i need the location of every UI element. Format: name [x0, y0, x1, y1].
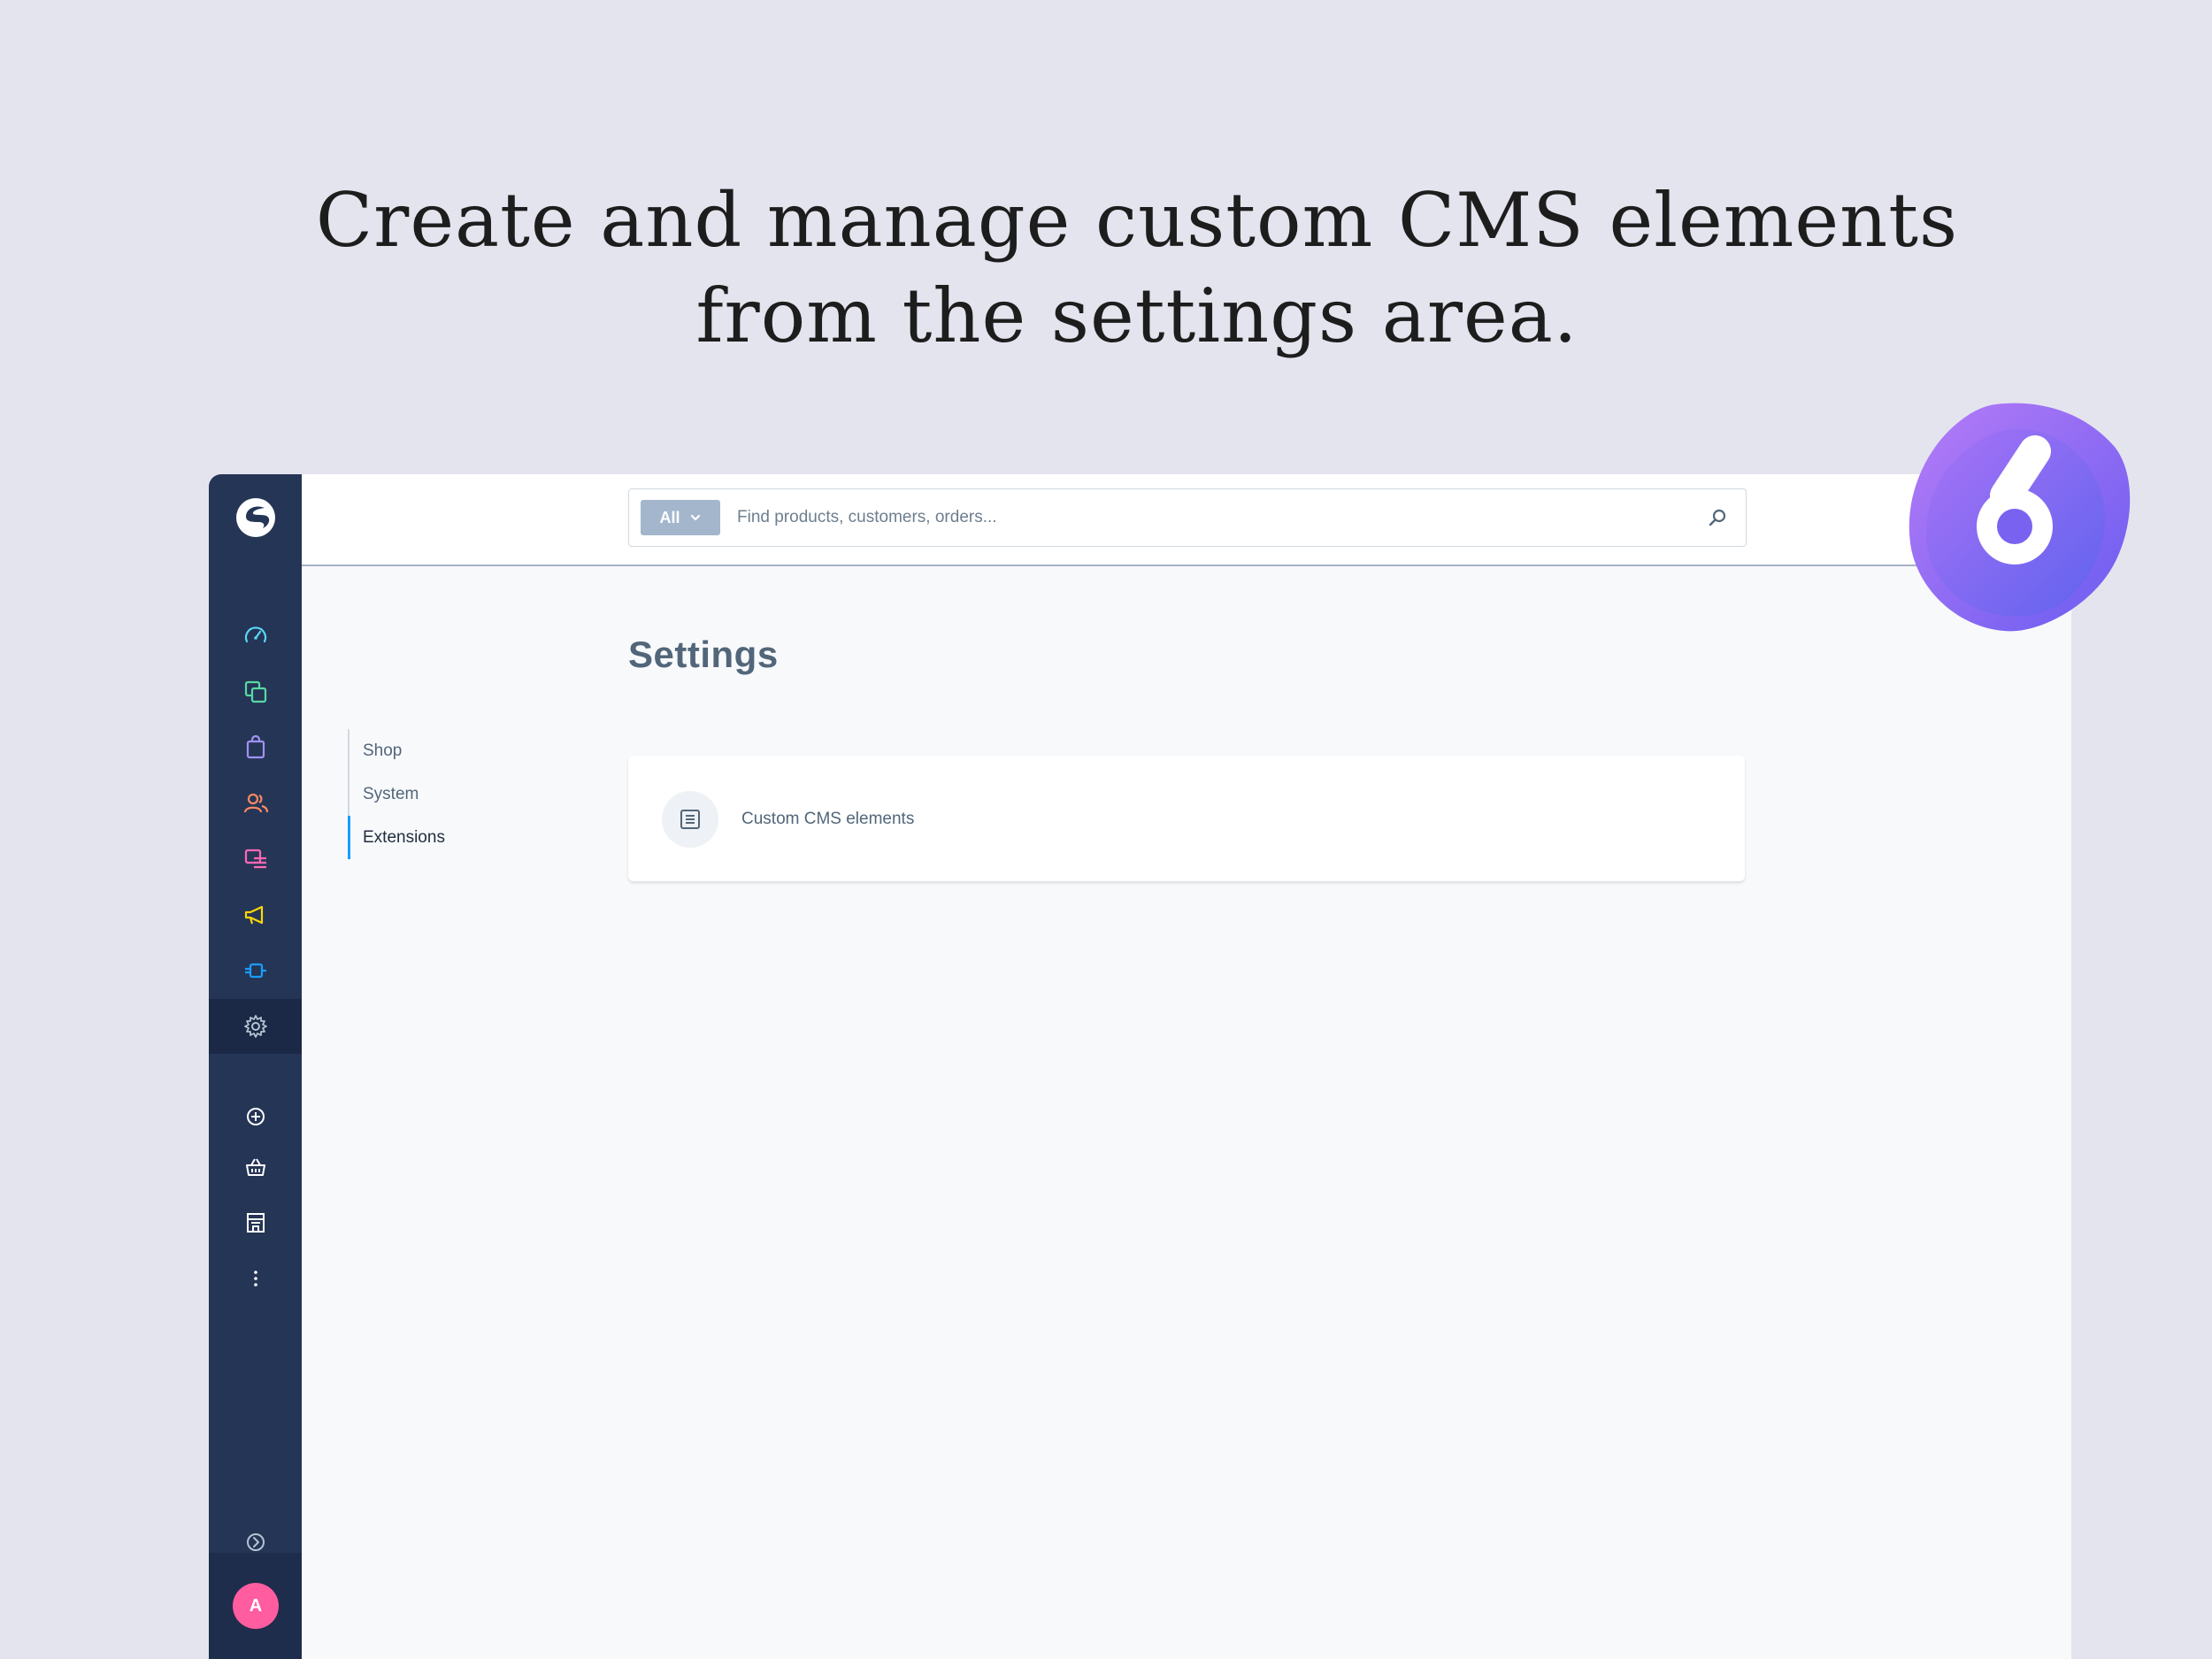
document-icon — [662, 791, 718, 848]
settings-tab-shop[interactable]: Shop — [349, 729, 445, 772]
basket-icon[interactable] — [209, 1140, 302, 1194]
settings-item-label: Custom CMS elements — [741, 810, 915, 828]
version-badge-6-icon — [1909, 403, 2131, 632]
global-search: All — [628, 488, 1747, 547]
chevron-down-icon — [690, 514, 700, 521]
headline-line-2: from the settings area. — [695, 273, 1578, 359]
settings-card: Custom CMS elements — [628, 756, 1745, 881]
catalogue-icon[interactable] — [209, 664, 302, 719]
search-type-label: All — [659, 508, 680, 526]
customers-icon[interactable] — [209, 776, 302, 831]
admin-window: A All Settings Shop System Extensions Cu… — [209, 474, 2071, 1659]
page-title: Settings — [628, 634, 779, 675]
headline-line-1: Create and manage custom CMS elements — [315, 177, 1959, 264]
user-area: A — [209, 1553, 302, 1659]
settings-icon[interactable] — [209, 999, 302, 1054]
avatar[interactable]: A — [233, 1583, 279, 1629]
add-icon[interactable] — [209, 1089, 302, 1144]
search-icon[interactable] — [1707, 507, 1728, 528]
search-input[interactable] — [735, 495, 1677, 541]
shopware-logo-icon[interactable] — [235, 497, 276, 538]
settings-tab-extensions[interactable]: Extensions — [348, 816, 445, 859]
more-icon[interactable] — [209, 1251, 302, 1306]
extensions-icon[interactable] — [209, 943, 302, 998]
admin-sidebar: A — [209, 474, 302, 1659]
headline: Create and manage custom CMS elements fr… — [0, 173, 2212, 364]
settings-item-custom-cms-elements[interactable]: Custom CMS elements — [662, 791, 914, 848]
marketing-icon[interactable] — [209, 887, 302, 942]
orders-icon[interactable] — [209, 720, 302, 775]
store-icon[interactable] — [209, 1195, 302, 1250]
top-bar: All — [302, 474, 2071, 566]
settings-tab-system[interactable]: System — [349, 772, 445, 816]
dashboard-icon[interactable] — [209, 609, 302, 664]
search-type-select[interactable]: All — [641, 500, 720, 535]
content-icon[interactable] — [209, 832, 302, 887]
settings-tabs: Shop System Extensions — [348, 729, 445, 859]
